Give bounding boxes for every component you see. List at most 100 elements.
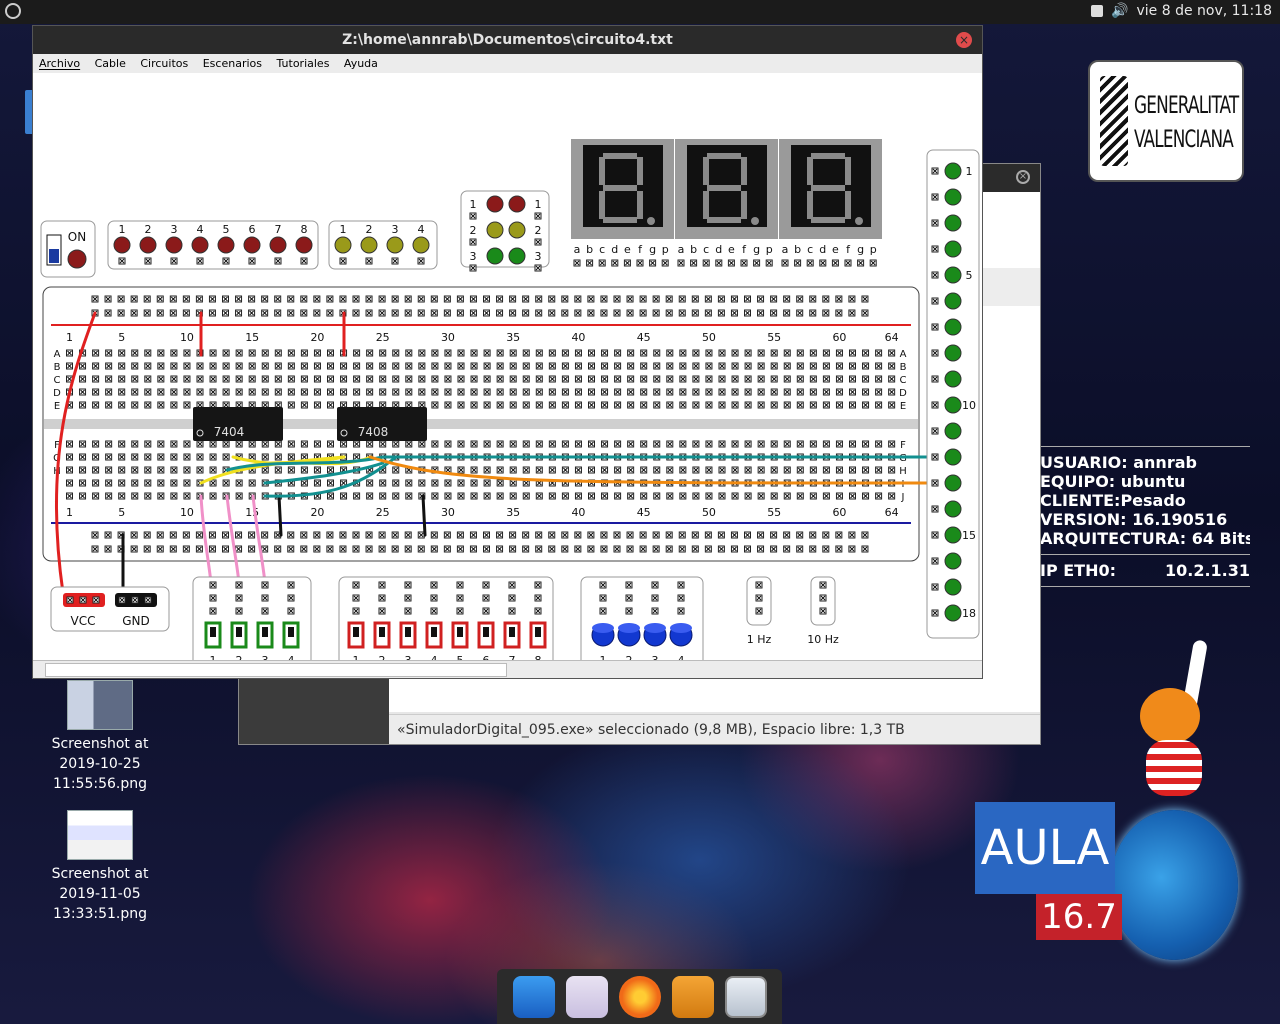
led [944,422,962,440]
column-number: 1 [66,331,73,344]
row-number: 2 [470,224,477,237]
simulator-canvas[interactable]: ON 1 2 3 4 5 6 7 8 1 2 3 4 1 1 2 2 3 3 a b c d e f g p a b c d e f g p a b c d… [33,73,982,662]
desktop-icon[interactable]: Screenshot at 2019-11-05 13:33:51.png [40,810,160,924]
segment [707,153,741,159]
led [486,221,504,239]
shield-icon [1100,76,1128,166]
segment [845,157,851,185]
horizontal-scrollbar[interactable] [33,660,982,678]
menu-ayuda[interactable]: Ayuda [344,57,378,70]
menu-archivo[interactable]: Archivo [39,57,80,70]
led [944,188,962,206]
menu-circuitos[interactable]: Circuitos [140,57,188,70]
aula-version: 16.7 [1036,894,1122,940]
led [412,236,430,254]
led-number: 2 [366,223,373,236]
toggle-knob[interactable] [49,249,59,263]
aula-logo: AULA [975,802,1115,894]
decimal-point [855,217,863,225]
column-number: 35 [506,506,520,519]
led [165,236,183,254]
desktop-icon-label: 13:33:51.png [53,906,147,922]
column-number: 50 [702,506,716,519]
dip-knob [457,627,463,637]
segment [703,157,709,185]
info-client: CLIENTE:Pesado [1040,491,1186,510]
led [944,266,962,284]
segment-label: g [649,243,656,256]
desktop-icon[interactable]: Screenshot at 2019-10-25 11:55:56.png [40,680,160,794]
firefox-icon[interactable] [618,975,661,1018]
led-number: 2 [145,223,152,236]
column-number: 20 [310,331,324,344]
desktop-icon-label: 2019-10-25 [59,756,141,772]
logo-text: VALENCIANA [1134,125,1234,153]
segment-label: e [728,243,735,256]
column-number: 5 [118,331,125,344]
dip-knob [535,627,541,637]
led [486,247,504,265]
desktop-icon-app[interactable] [512,975,555,1018]
row-number: 3 [470,250,477,263]
close-icon[interactable]: × [956,32,972,48]
window-title[interactable]: Z:\home\annrab\Documentos\circuito4.txt [33,26,982,54]
decimal-point [751,217,759,225]
info-host: EQUIPO: ubuntu [1040,472,1186,491]
clock[interactable]: vie 8 de nov, 11:18 [1136,3,1272,19]
desktop-icon-label: 11:55:56.png [53,776,147,792]
led [67,249,87,269]
led-number: 6 [249,223,256,236]
segment-label: d [611,243,618,256]
window-icon[interactable] [724,975,767,1018]
dip-knob [210,627,216,637]
segment-label: g [753,243,760,256]
push-button-top [592,623,614,633]
led [508,247,526,265]
menu-tutoriales[interactable]: Tutoriales [276,57,329,70]
menu-escenarios[interactable]: Escenarios [203,57,262,70]
led [386,236,404,254]
row-letter: C [54,375,61,386]
led [944,448,962,466]
segment-label: a [678,243,685,256]
row-letter: B [54,362,61,373]
led [944,474,962,492]
push-button-top [644,623,666,633]
circuit-board[interactable]: ON1 2 3 4 5 6 7 8 1 2 3 41 12 23 3a b c d e f g p a b c d e f g p a b c d… [33,73,982,662]
column-number: 64 [885,506,899,519]
volume-icon[interactable]: 🔊 [1111,3,1128,19]
dip-knob [509,627,515,637]
led-number: 1 [340,223,347,236]
segment-label: g [857,243,864,256]
column-number: 10 [180,331,194,344]
segment-label: c [807,243,813,256]
led [295,236,313,254]
tray-app-icon[interactable] [1091,5,1104,17]
row-letter: D [899,388,907,399]
segment [703,191,709,219]
segment [599,157,605,185]
dip-knob [379,627,385,637]
row-letter: C [900,375,907,386]
wire[interactable] [421,494,427,537]
clock-label: 1 Hz [747,633,772,646]
dock [497,969,782,1024]
menu-cable[interactable]: Cable [95,57,126,70]
row-number: 3 [535,250,542,263]
wire[interactable] [277,494,283,537]
info-arch: ARQUITECTURA: 64 Bits [1040,529,1250,548]
led-number: 5 [966,269,973,282]
led [944,240,962,258]
system-menu-icon[interactable] [5,3,21,19]
scrollbar-thumb[interactable] [45,663,507,677]
dip-knob [353,627,359,637]
desktop-icon-label: 2019-11-05 [59,886,141,902]
settings-icon[interactable] [565,975,608,1018]
row-letter: F [900,440,906,451]
top-panel: 🔊 vie 8 de nov, 11:18 [0,0,1280,24]
column-number: 30 [441,331,455,344]
close-icon[interactable]: × [1016,170,1030,184]
segment-label: a [574,243,581,256]
folder-icon[interactable] [671,975,714,1018]
segment [741,191,747,219]
